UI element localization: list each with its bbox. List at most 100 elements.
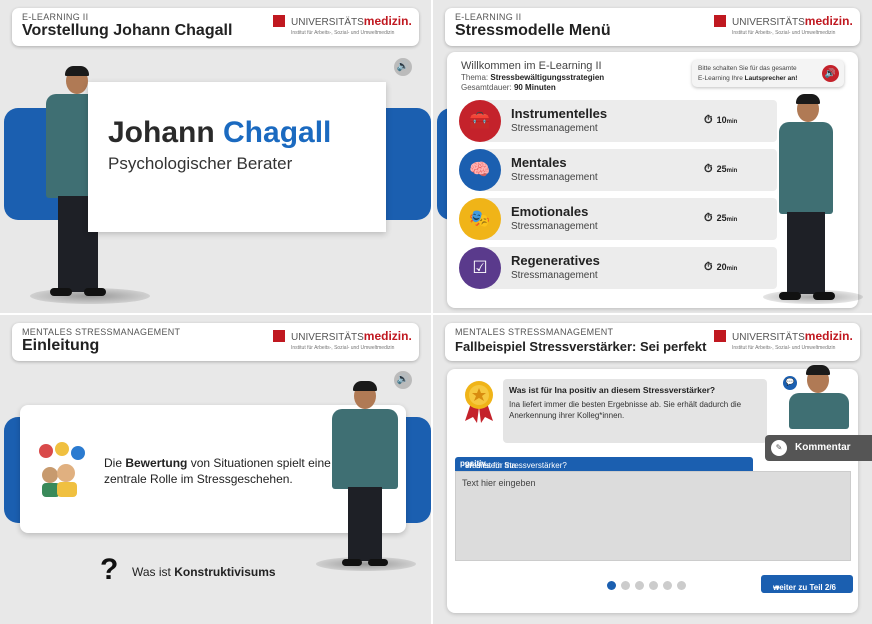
toolbox-icon: 🧰 — [459, 100, 501, 142]
page-dot-3[interactable] — [635, 581, 644, 590]
checklist-icon: ☑ — [459, 247, 501, 289]
timer-icon: ⏱ — [704, 114, 713, 126]
presenter-role: Psychologischer Berater — [108, 154, 293, 173]
comment-icon: ✎ — [771, 440, 787, 456]
logo-bold: medizin. — [363, 329, 412, 343]
question-pre: Was ist — [132, 565, 175, 579]
page-dot-5[interactable] — [663, 581, 672, 590]
timer-icon: ⏱ — [704, 212, 713, 224]
input-label: Was ist für Ina positiv an diesem Stress… — [455, 457, 753, 471]
menu-item-emotionales[interactable]: 🎭 Emotionales Stressmanagement ⏱ 25min — [459, 198, 777, 240]
presenter-name: Johann Chagall — [108, 116, 331, 150]
question-mark-icon: ? — [100, 553, 119, 586]
minutes-unit: min — [726, 217, 738, 223]
header-kicker: E-LEARNING II — [22, 12, 89, 22]
notice-line-1: Bitte schalten Sie für das gesamte — [698, 65, 797, 72]
minutes: 10 — [716, 115, 727, 125]
intro-text-bold: Bewertung — [125, 456, 188, 470]
logo-mark-icon — [273, 330, 285, 342]
comment-label: Kommentar — [795, 442, 851, 453]
university-logo: UNIVERSITÄTSmedizin. Institut für Arbeit… — [273, 13, 412, 41]
university-logo: UNIVERSITÄTSmedizin. Institut für Arbeit… — [714, 328, 853, 356]
menu-item-title: Instrumentelles — [511, 106, 608, 121]
topic-label: Thema: — [461, 73, 489, 82]
slide-einleitung: MENTALES STRESSMANAGEMENT Einleitung UNI… — [0, 315, 431, 624]
minutes-unit: min — [726, 119, 738, 125]
logo-prefix: UNIVERSITÄTS — [291, 332, 364, 343]
logo-mark-icon — [714, 330, 726, 342]
menu-item-instrumentelles[interactable]: 🧰 Instrumentelles Stressmanagement ⏱ 10mi… — [459, 100, 777, 142]
university-logo: UNIVERSITÄTSmedizin. Institut für Arbeit… — [273, 328, 412, 356]
presenter-figure — [316, 381, 416, 575]
duration-line: Gesamtdauer: 90 Minuten — [461, 83, 556, 92]
menu-item-subtitle: Stressmanagement — [511, 221, 598, 232]
speaker-icon[interactable]: 🔊 — [822, 65, 839, 82]
duration-label: Gesamtdauer: — [461, 83, 512, 92]
notice-line-2: E-Learning Ihre — [698, 75, 743, 82]
university-logo: UNIVERSITÄTSmedizin. Institut für Arbeit… — [714, 13, 853, 41]
answer-box: Was ist für Ina positiv an diesem Stress… — [503, 379, 767, 443]
logo-prefix: UNIVERSITÄTS — [732, 332, 805, 343]
page-dot-1[interactable] — [607, 581, 616, 590]
notice-line-2-bold: Lautsprecher an! — [744, 75, 798, 82]
duration-value: 90 Minuten — [513, 83, 556, 92]
menu-item-duration: ⏱ 25min — [704, 212, 737, 225]
timer-icon: ⏱ — [704, 163, 713, 175]
header-kicker: E-LEARNING II — [455, 12, 522, 22]
minutes: 25 — [716, 213, 727, 223]
logo-institute: Institut für Arbeits-, Sozial- und Umwel… — [732, 30, 836, 36]
topic-line: Thema: Stressbewältigungsstrategien — [461, 73, 604, 82]
speaker-icon[interactable]: 🔊 — [394, 58, 412, 76]
menu-item-duration: ⏱ 10min — [704, 114, 737, 127]
page-dot-4[interactable] — [649, 581, 658, 590]
answer-question: Was ist für Ina positiv an diesem Stress… — [509, 385, 716, 395]
menu-item-regeneratives[interactable]: ☑ Regeneratives Stressmanagement ⏱ 20min — [459, 247, 777, 289]
textarea-placeholder: Text hier eingeben — [462, 478, 536, 488]
minutes: 25 — [716, 164, 727, 174]
menu-item-subtitle: Stressmanagement — [511, 123, 598, 134]
minutes-unit: min — [726, 266, 738, 272]
last-name: Chagall — [223, 116, 332, 149]
slide-menu: E-LEARNING II Stressmodelle Menü UNIVERS… — [433, 0, 872, 313]
slide-grid: E-LEARNING II Vorstellung Johann Chagall… — [0, 0, 872, 624]
menu-item-title: Mentales — [511, 155, 567, 170]
logo-bold: medizin. — [804, 329, 853, 343]
header-kicker: MENTALES STRESSMANAGEMENT — [22, 327, 181, 337]
logo-prefix: UNIVERSITÄTS — [732, 17, 805, 28]
presenter-figure — [787, 365, 851, 431]
page-dot-2[interactable] — [621, 581, 630, 590]
logo-mark-icon — [714, 15, 726, 27]
menu-item-title: Emotionales — [511, 204, 589, 219]
header-title: Einleitung — [22, 337, 100, 354]
logo-prefix: UNIVERSITÄTS — [291, 17, 364, 28]
question-link[interactable]: Was ist Konstruktivisums — [132, 565, 276, 579]
next-button[interactable]: ➜ weiter zu Teil 2/6 — [761, 575, 853, 593]
slide-vorstellung: E-LEARNING II Vorstellung Johann Chagall… — [0, 0, 431, 313]
slide-header: E-LEARNING II Stressmodelle Menü UNIVERS… — [445, 8, 860, 46]
logo-institute: Institut für Arbeits-, Sozial- und Umwel… — [732, 345, 836, 351]
topic-value: Stressbewältigungsstrategien — [490, 73, 605, 82]
name-card: Johann Chagall Psychologischer Berater — [88, 82, 386, 232]
header-title: Stressmodelle Menü — [455, 22, 611, 39]
speaker-notice: Bitte schalten Sie für das gesamte E-Lear… — [692, 60, 844, 87]
welcome-text: Willkommen im E-Learning II — [461, 60, 602, 72]
logo-bold: medizin. — [804, 14, 853, 28]
slide-header: MENTALES STRESSMANAGEMENT Fallbeispiel S… — [445, 323, 860, 361]
thinking-people-icon — [36, 441, 88, 497]
menu-item-duration: ⏱ 25min — [704, 163, 737, 176]
input-label-post: an diesem Stressverstärker? — [465, 461, 567, 470]
question-bold: Konstruktivisums — [174, 565, 276, 579]
slide-header: MENTALES STRESSMANAGEMENT Einleitung UNI… — [12, 323, 419, 361]
header-title: Fallbeispiel Stressverstärker: Sei perfe… — [455, 339, 707, 354]
menu-item-mentales[interactable]: 🧠 Mentales Stressmanagement ⏱ 25min — [459, 149, 777, 191]
answer-textarea[interactable]: Text hier eingeben — [455, 471, 851, 561]
first-name: Johann — [108, 116, 215, 149]
comment-button[interactable]: ✎ Kommentar — [765, 435, 872, 461]
intro-text-pre: Die — [104, 456, 126, 470]
page-dot-6[interactable] — [677, 581, 686, 590]
logo-institute: Institut für Arbeits-, Sozial- und Umwel… — [291, 30, 395, 36]
timer-icon: ⏱ — [704, 261, 713, 273]
menu-item-subtitle: Stressmanagement — [511, 172, 598, 183]
exercise-card: Was ist für Ina positiv an diesem Stress… — [447, 365, 872, 613]
medal-icon — [461, 379, 497, 423]
